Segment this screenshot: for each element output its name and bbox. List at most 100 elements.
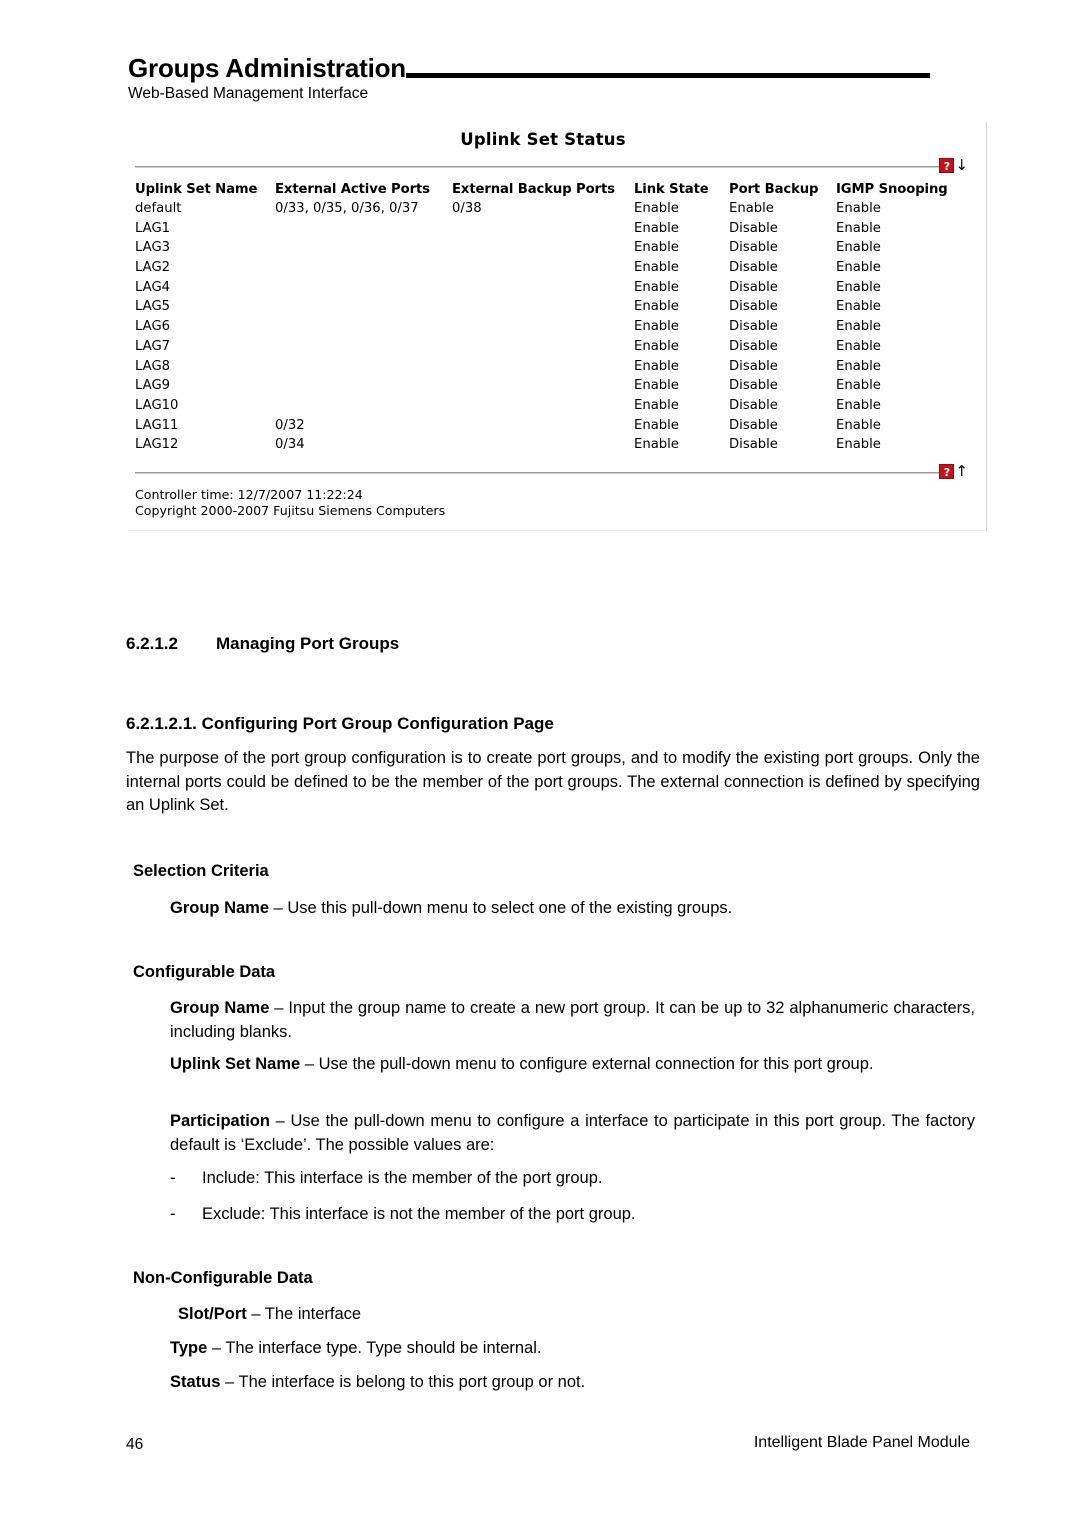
- cell-igmp-snooping: Enable: [836, 279, 881, 295]
- cell-external-backup-ports: [452, 260, 634, 280]
- section-heading-configuring-port-group-configuration-page: 6.2.1.2.1. Configuring Port Group Config…: [126, 714, 554, 733]
- term-description: – Use the pull-down menu to configure a …: [170, 1112, 975, 1154]
- non-configurable-item-status: Status – The interface is belong to this…: [170, 1371, 960, 1395]
- term-description: – Input the group name to create a new p…: [170, 999, 975, 1041]
- cell-port-backup: Disable: [729, 338, 778, 354]
- cell-link-state: Enable: [634, 201, 679, 216]
- subheading-non-configurable-data: Non-Configurable Data: [133, 1269, 313, 1287]
- cell-link-state: Enable: [634, 319, 679, 335]
- column-header-link-state: Link State: [634, 182, 709, 197]
- cell-external-active-ports: [275, 359, 452, 379]
- cell-external-active-ports: [275, 221, 452, 241]
- cell-port-backup: Disable: [729, 437, 778, 453]
- section-heading-managing-port-groups: 6.2.1.2 Managing Port Groups: [126, 634, 399, 654]
- arrow-down-icon[interactable]: ↓: [955, 158, 968, 173]
- arrow-up-icon[interactable]: ↑: [955, 463, 968, 479]
- cell-external-active-ports: [275, 378, 452, 398]
- cell-link-state: Enable: [634, 437, 679, 453]
- cell-external-backup-ports: [452, 221, 634, 241]
- cell-external-active-ports: 0/34: [275, 437, 305, 453]
- cell-port-backup: Disable: [729, 299, 778, 315]
- term-status: Status: [170, 1373, 221, 1391]
- table-row: LAG11 0/32 Enable Disable Enable: [135, 418, 955, 438]
- subheading-configurable-data: Configurable Data: [133, 963, 276, 981]
- help-question-icon[interactable]: ?: [939, 463, 955, 479]
- term-description: – Use this pull-down menu to select one …: [269, 899, 733, 917]
- cell-igmp-snooping: Enable: [836, 397, 881, 413]
- cell-port-backup: Disable: [729, 358, 778, 374]
- term-group-name: Group Name: [170, 899, 270, 917]
- cell-external-backup-ports: [452, 240, 634, 260]
- table-row: LAG5 Enable Disable Enable: [135, 299, 955, 319]
- cell-link-state: Enable: [634, 338, 679, 354]
- cell-igmp-snooping: Enable: [836, 319, 881, 335]
- cell-port-backup: Disable: [729, 378, 778, 394]
- table-row: LAG9 Enable Disable Enable: [135, 378, 955, 398]
- column-header-port-backup: Port Backup: [729, 182, 819, 197]
- cell-external-active-ports: [275, 260, 452, 280]
- term-description: – The interface is belong to this port g…: [220, 1373, 586, 1391]
- cell-port-backup: Disable: [729, 397, 778, 413]
- cell-uplink-set-name: LAG6: [135, 319, 171, 335]
- term-description: – Use the pull-down menu to configure ex…: [300, 1055, 874, 1073]
- cell-uplink-set-name: LAG10: [135, 397, 179, 413]
- column-header-external-active-ports: External Active Ports: [275, 182, 430, 197]
- panel-top-help-cluster[interactable]: ? ↓: [939, 158, 968, 173]
- table-row: LAG8 Enable Disable Enable: [135, 359, 955, 379]
- configurable-item-participation: Participation – Use the pull-down menu t…: [170, 1110, 975, 1157]
- cell-external-active-ports: 0/33, 0/35, 0/36, 0/37: [275, 201, 419, 216]
- cell-port-backup: Disable: [729, 220, 778, 236]
- table-row: LAG4 Enable Disable Enable: [135, 280, 955, 300]
- list-item-label: Exclude: This interface is not the membe…: [202, 1205, 636, 1223]
- cell-uplink-set-name: LAG7: [135, 338, 171, 354]
- cell-igmp-snooping: Enable: [836, 358, 881, 374]
- cell-port-backup: Disable: [729, 279, 778, 295]
- subheading-selection-criteria: Selection Criteria: [133, 862, 269, 880]
- cell-external-active-ports: [275, 339, 452, 359]
- cell-external-backup-ports: 0/38: [452, 201, 482, 216]
- term-uplink-set-name: Uplink Set Name: [170, 1055, 301, 1073]
- table-row: LAG6 Enable Disable Enable: [135, 319, 955, 339]
- cell-external-active-ports: [275, 398, 452, 418]
- cell-igmp-snooping: Enable: [836, 240, 881, 256]
- cell-external-active-ports: [275, 280, 452, 300]
- panel-footer-text: Controller time: 12/7/2007 11:22:24 Copy…: [135, 487, 986, 520]
- table-row: LAG1 Enable Disable Enable: [135, 221, 955, 241]
- cell-external-backup-ports: [452, 299, 634, 319]
- panel-top-rule-row: ? ↓: [128, 156, 986, 178]
- cell-igmp-snooping: Enable: [836, 417, 881, 433]
- table-row: LAG7 Enable Disable Enable: [135, 339, 955, 359]
- cell-igmp-snooping: Enable: [836, 220, 881, 236]
- cell-external-backup-ports: [452, 339, 634, 359]
- cell-igmp-snooping: Enable: [836, 201, 881, 216]
- cell-external-backup-ports: [452, 437, 634, 457]
- column-header-uplink-set-name: Uplink Set Name: [135, 182, 258, 197]
- table-header-row: Uplink Set Name External Active Ports Ex…: [135, 182, 955, 201]
- controller-time: Controller time: 12/7/2007 11:22:24: [135, 486, 363, 502]
- cell-external-backup-ports: [452, 378, 634, 398]
- cell-port-backup: Disable: [729, 319, 778, 335]
- document-title-row: Groups Administration: [128, 48, 968, 82]
- panel-bottom-help-cluster[interactable]: ? ↑: [939, 463, 968, 479]
- uplink-set-status-screenshot: Uplink Set Status ? ↓ Uplink Set Name Ex…: [128, 122, 987, 531]
- cell-uplink-set-name: LAG5: [135, 299, 171, 315]
- table-row: LAG12 0/34 Enable Disable Enable: [135, 437, 955, 457]
- list-bullet-dash: -: [170, 1169, 176, 1187]
- cell-external-backup-ports: [452, 319, 634, 339]
- document-subtitle: Web-Based Management Interface: [128, 85, 369, 102]
- non-configurable-item-type: Type – The interface type. Type should b…: [170, 1337, 960, 1361]
- cell-link-state: Enable: [634, 378, 679, 394]
- app-panel-title: Uplink Set Status: [460, 130, 626, 149]
- cell-external-backup-ports: [452, 418, 634, 438]
- cell-uplink-set-name: LAG12: [135, 437, 179, 453]
- page-number: 46: [126, 1436, 144, 1453]
- cell-external-active-ports: [275, 319, 452, 339]
- panel-bottom-rule-row: ? ↑: [128, 462, 986, 484]
- list-item: - Exclude: This interface is not the mem…: [170, 1203, 960, 1227]
- help-question-icon[interactable]: ?: [939, 158, 955, 173]
- configurable-item-group-name: Group Name – Input the group name to cre…: [170, 997, 975, 1044]
- cell-external-active-ports: [275, 299, 452, 319]
- cell-link-state: Enable: [634, 220, 679, 236]
- section-heading-text: Managing Port Groups: [216, 634, 400, 653]
- term-description: – The interface type. Type should be int…: [207, 1339, 542, 1357]
